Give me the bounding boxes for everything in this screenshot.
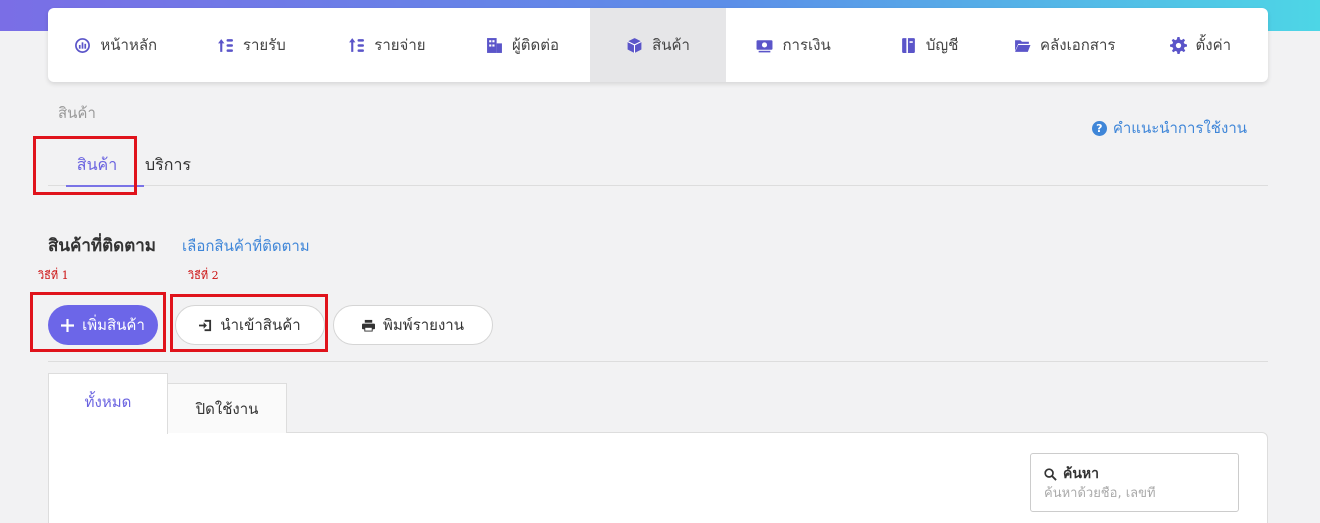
nav-item-label: รายรับ	[242, 36, 286, 54]
gear-icon	[1169, 36, 1187, 54]
contacts-building-icon	[487, 37, 502, 53]
tab-all[interactable]: ทั้งหมด	[48, 373, 168, 434]
income-sort-icon	[217, 38, 233, 52]
nav-item-products[interactable]: สินค้า	[590, 8, 726, 82]
help-question-icon: ?	[1091, 120, 1107, 136]
annotation-step-1: วิธีที่ 1	[38, 269, 69, 282]
annotation-box-import-product	[170, 294, 328, 352]
dashboard-gauge-icon	[75, 37, 91, 53]
subtabs: สินค้า บริการ	[48, 140, 1268, 187]
nav-item-label: สินค้า	[652, 36, 690, 54]
tab-inactive[interactable]: ปิดใช้งาน	[167, 383, 287, 433]
subtab-services[interactable]: บริการ	[145, 153, 191, 178]
nav-item-label: รายจ่าย	[374, 36, 426, 54]
nav-item-finance[interactable]: การเงิน	[726, 8, 862, 82]
finance-money-icon	[756, 39, 773, 52]
nav-item-label: คลังเอกสาร	[1040, 36, 1116, 54]
nav-item-home[interactable]: หน้าหลัก	[48, 8, 184, 82]
folder-open-icon	[1015, 39, 1031, 52]
search-label-text: ค้นหา	[1063, 466, 1100, 482]
nav-item-contacts[interactable]: ผู้ติดต่อ	[455, 8, 591, 82]
breadcrumb: สินค้า	[58, 104, 96, 122]
search-label: ค้นหา	[1044, 463, 1099, 485]
nav-item-label: ตั้งค่า	[1195, 36, 1232, 54]
expense-sort-icon	[349, 37, 365, 52]
help-link[interactable]: ? คำแนะนำการใช้งาน	[1091, 116, 1247, 140]
printer-icon	[362, 319, 376, 332]
main-navbar: หน้าหลัก รายรับ รายจ่าย ผู้ติดต่อ สินค้า…	[48, 8, 1268, 82]
nav-item-label: บัญชี	[925, 36, 959, 54]
print-report-button[interactable]: พิมพ์รายงาน	[333, 305, 493, 345]
nav-item-label: ผู้ติดต่อ	[511, 36, 559, 54]
nav-item-label: การเงิน	[782, 36, 831, 54]
nav-item-expense[interactable]: รายจ่าย	[319, 8, 455, 82]
nav-item-documents[interactable]: คลังเอกสาร	[997, 8, 1133, 82]
search-box: ค้นหา	[1030, 453, 1239, 512]
annotation-step-2: วิธีที่ 2	[188, 269, 219, 282]
nav-item-settings[interactable]: ตั้งค่า	[1133, 8, 1269, 82]
nav-item-accounting[interactable]: บัญชี	[861, 8, 997, 82]
search-icon	[1044, 467, 1057, 481]
section-divider	[48, 361, 1268, 362]
annotation-box-add-product	[30, 292, 166, 352]
nav-item-label: หน้าหลัก	[100, 36, 158, 54]
accounting-book-icon	[902, 37, 915, 53]
print-report-label: พิมพ์รายงาน	[383, 316, 464, 334]
search-input[interactable]	[1044, 486, 1229, 501]
select-tracked-products-link[interactable]: เลือกสินค้าที่ติดตาม	[182, 234, 310, 258]
annotation-box-products-tab	[33, 136, 137, 195]
nav-item-income[interactable]: รายรับ	[184, 8, 320, 82]
section-title: สินค้าที่ติดตาม	[48, 236, 156, 256]
product-box-icon	[627, 37, 642, 53]
help-link-label: คำแนะนำการใช้งาน	[1112, 119, 1247, 137]
